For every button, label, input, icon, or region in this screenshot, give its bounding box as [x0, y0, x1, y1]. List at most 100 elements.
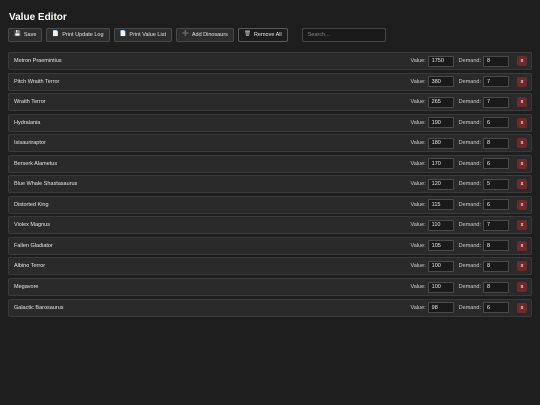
list-item: Fallen Gladiator Value: 105 Demand: 8 x [8, 236, 532, 255]
value-label: Value: [410, 99, 426, 106]
value-label: Value: [410, 263, 426, 270]
list-item: Violex Magnus Value: 110 Demand: 7 x [8, 216, 532, 235]
page-title: Value Editor [9, 12, 67, 23]
delete-button[interactable]: x [517, 302, 527, 313]
delete-button[interactable]: x [517, 282, 527, 293]
delete-button[interactable]: x [517, 138, 527, 149]
dinosaur-name: Distorted King [14, 201, 49, 208]
value-input[interactable]: 100 [427, 260, 454, 272]
demand-input[interactable]: 6 [483, 117, 509, 129]
value-label: Value: [410, 304, 426, 311]
toolbar: 💾 Save 📄 Print Update Log 📄 Print Value … [8, 28, 386, 42]
demand-input[interactable]: 6 [483, 199, 509, 211]
value-input[interactable]: 380 [427, 76, 454, 88]
value-editor-page: Value Editor 💾 Save 📄 Print Update Log 📄… [0, 0, 540, 405]
demand-label: Demand: [458, 160, 481, 167]
print-value-list-label: Print Value List [129, 32, 166, 38]
delete-button[interactable]: x [517, 76, 527, 87]
demand-input[interactable]: 8 [483, 281, 509, 293]
demand-label: Demand: [458, 242, 481, 249]
dinosaur-name: Hydralania [14, 119, 41, 126]
delete-button[interactable]: x [517, 97, 527, 108]
save-button[interactable]: 💾 Save [8, 28, 43, 42]
delete-button[interactable]: x [517, 220, 527, 231]
search-input[interactable]: Search... [301, 28, 386, 42]
value-label: Value: [410, 140, 426, 147]
value-input[interactable]: 265 [427, 96, 454, 108]
demand-input[interactable]: 8 [483, 55, 509, 67]
demand-label: Demand: [458, 181, 481, 188]
remove-all-label: Remove All [253, 32, 282, 38]
value-label: Value: [410, 181, 426, 188]
dinosaur-name: Megavore [14, 284, 39, 291]
value-label: Value: [410, 242, 426, 249]
list-item: Wraith Terror Value: 265 Demand: 7 x [8, 93, 532, 112]
plus-icon: ➕ [182, 31, 189, 38]
demand-input[interactable]: 7 [483, 219, 509, 231]
demand-input[interactable]: 7 [483, 76, 509, 88]
demand-input[interactable]: 8 [483, 260, 509, 272]
demand-label: Demand: [458, 284, 481, 291]
delete-button[interactable]: x [517, 158, 527, 169]
dinosaur-name: Blue Whale Shastasaurus [14, 181, 78, 188]
demand-input[interactable]: 6 [483, 158, 509, 170]
add-dinosaurs-button[interactable]: ➕ Add Dinosaurs [176, 28, 234, 42]
dinosaur-name: Albino Terror [14, 263, 46, 270]
search-placeholder: Search... [307, 32, 330, 38]
dinosaur-list: Metron Praemintius Value: 1750 Demand: 8… [8, 52, 532, 319]
dinosaur-name: Fallen Gladiator [14, 242, 53, 249]
demand-input[interactable]: 5 [483, 178, 509, 190]
demand-label: Demand: [458, 304, 481, 311]
delete-button[interactable]: x [517, 56, 527, 66]
value-label: Value: [410, 284, 426, 291]
list-item: Metron Praemintius Value: 1750 Demand: 8… [8, 52, 532, 70]
demand-input[interactable]: 6 [483, 302, 509, 314]
value-input[interactable]: 105 [427, 240, 454, 252]
dinosaur-name: Violex Magnus [14, 222, 50, 229]
save-button-label: Save [23, 32, 37, 38]
demand-label: Demand: [458, 140, 481, 147]
demand-label: Demand: [458, 78, 481, 85]
value-label: Value: [410, 119, 426, 126]
list-item: Hydralania Value: 190 Demand: 6 x [8, 113, 532, 132]
demand-label: Demand: [458, 201, 481, 208]
print-update-log-label: Print Update Log [62, 32, 104, 38]
document-icon: 📄 [52, 31, 60, 38]
delete-button[interactable]: x [517, 199, 527, 210]
dinosaur-name: Isisauriraptor [14, 140, 46, 147]
demand-input[interactable]: 8 [483, 137, 509, 149]
value-label: Value: [410, 78, 426, 85]
value-input[interactable]: 115 [427, 199, 454, 211]
demand-label: Demand: [458, 99, 481, 106]
demand-input[interactable]: 8 [483, 240, 509, 252]
dinosaur-name: Pitch Wraith Terror [14, 78, 60, 85]
demand-input[interactable]: 7 [483, 96, 509, 108]
value-input[interactable]: 1750 [427, 55, 454, 67]
value-label: Value: [410, 201, 426, 208]
delete-button[interactable]: x [517, 240, 527, 251]
remove-all-button[interactable]: 🗑 Remove All [237, 28, 288, 42]
delete-button[interactable]: x [517, 261, 527, 272]
value-input[interactable]: 190 [427, 117, 454, 129]
value-input[interactable]: 120 [427, 178, 454, 190]
document-icon: 📄 [119, 31, 127, 38]
list-item: Galactic Barosaurus Value: 98 Demand: 6 … [8, 298, 532, 317]
value-input[interactable]: 180 [427, 137, 454, 149]
print-update-log-button[interactable]: 📄 Print Update Log [46, 28, 110, 42]
value-input[interactable]: 110 [427, 219, 454, 231]
trash-icon: 🗑 [243, 31, 251, 38]
list-item: Distorted King Value: 115 Demand: 6 x [8, 195, 532, 214]
value-input[interactable]: 100 [427, 281, 454, 293]
demand-label: Demand: [458, 58, 481, 64]
save-icon: 💾 [14, 31, 21, 38]
list-item: Albino Terror Value: 100 Demand: 8 x [8, 257, 532, 276]
list-item: Berserk Alametus Value: 170 Demand: 6 x [8, 154, 532, 173]
delete-button[interactable]: x [517, 117, 527, 128]
dinosaur-name: Metron Praemintius [14, 58, 62, 64]
delete-button[interactable]: x [517, 179, 527, 190]
value-input[interactable]: 98 [427, 302, 454, 314]
dinosaur-name: Berserk Alametus [14, 160, 58, 167]
value-input[interactable]: 170 [427, 158, 454, 170]
print-value-list-button[interactable]: 📄 Print Value List [113, 28, 172, 42]
list-item: Blue Whale Shastasaurus Value: 120 Deman… [8, 175, 532, 194]
